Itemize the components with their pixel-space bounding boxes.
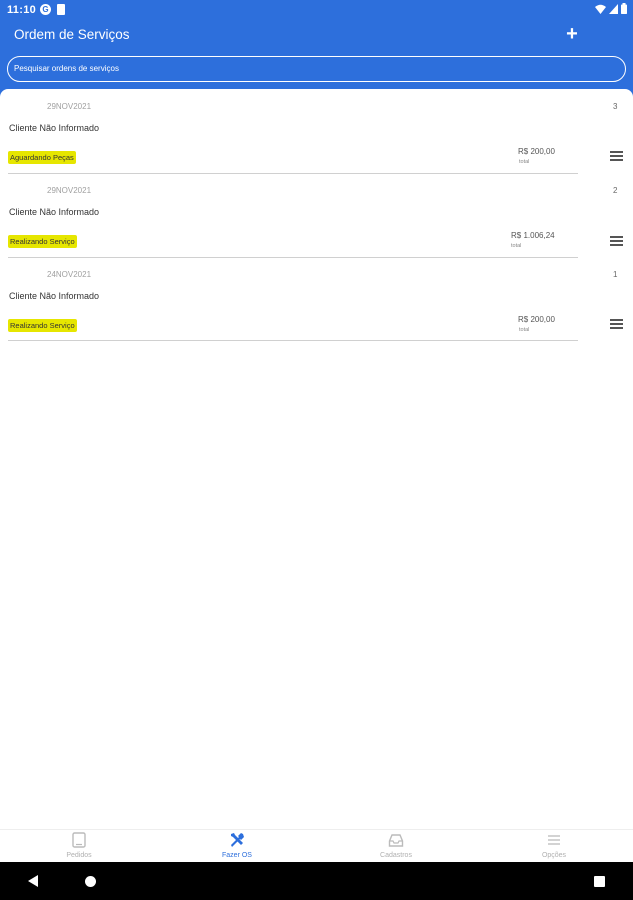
orders-list: 29NOV2021 3 Cliente Não Informado Aguard… bbox=[0, 89, 633, 829]
nav-label: Cadastros bbox=[380, 852, 412, 859]
order-number: 1 bbox=[613, 270, 618, 279]
search-input[interactable]: Pesquisar ordens de serviços bbox=[7, 56, 626, 82]
menu-icon bbox=[548, 835, 560, 845]
app-screen: 11:10 G Ordem de Serviços + Pesquisar or… bbox=[0, 0, 633, 900]
app-header: 11:10 G Ordem de Serviços + Pesquisar or… bbox=[0, 0, 633, 97]
tools-icon bbox=[231, 833, 244, 847]
drag-handle-icon[interactable] bbox=[610, 319, 623, 329]
system-navigation-bar bbox=[0, 862, 633, 900]
order-price-label: total bbox=[519, 327, 530, 333]
nav-item-fazer-os[interactable]: Fazer OS bbox=[158, 830, 316, 863]
order-client: Cliente Não Informado bbox=[9, 291, 100, 301]
order-price: R$ 200,00 bbox=[518, 147, 555, 156]
order-price: R$ 1.006,24 bbox=[511, 231, 555, 240]
recent-apps-icon[interactable] bbox=[594, 876, 605, 887]
wifi-icon bbox=[595, 4, 606, 14]
order-client: Cliente Não Informado bbox=[9, 123, 100, 133]
page-title: Ordem de Serviços bbox=[14, 27, 130, 42]
order-date: 24NOV2021 bbox=[47, 270, 92, 279]
order-price-label: total bbox=[511, 243, 522, 249]
nav-item-opcoes[interactable]: Opções bbox=[475, 830, 633, 863]
order-price-label: total bbox=[519, 159, 530, 165]
inbox-icon bbox=[388, 834, 404, 847]
tablet-icon bbox=[72, 832, 86, 848]
status-badge: Realizando Serviço bbox=[8, 235, 77, 248]
order-item[interactable]: 29NOV2021 2 Cliente Não Informado Realiz… bbox=[0, 173, 633, 258]
battery-icon bbox=[621, 3, 627, 14]
google-icon: G bbox=[40, 4, 51, 15]
order-number: 3 bbox=[613, 102, 618, 111]
status-badge: Aguardando Peças bbox=[8, 151, 76, 164]
order-date: 29NOV2021 bbox=[47, 102, 92, 111]
divider bbox=[8, 340, 578, 341]
nav-item-pedidos[interactable]: Pedidos bbox=[0, 830, 158, 863]
nav-item-cadastros[interactable]: Cadastros bbox=[317, 830, 475, 863]
order-client: Cliente Não Informado bbox=[9, 207, 100, 217]
sd-card-icon bbox=[57, 4, 65, 15]
signal-icon bbox=[609, 3, 618, 14]
home-icon[interactable] bbox=[85, 876, 96, 887]
order-item[interactable]: 29NOV2021 3 Cliente Não Informado Aguard… bbox=[0, 89, 633, 174]
order-number: 2 bbox=[613, 186, 618, 195]
nav-label: Opções bbox=[541, 852, 567, 859]
add-order-button[interactable]: + bbox=[562, 24, 582, 44]
nav-label: Fazer OS bbox=[222, 852, 252, 859]
status-badge: Realizando Serviço bbox=[8, 319, 77, 332]
drag-handle-icon[interactable] bbox=[610, 236, 623, 246]
nav-label: Pedidos bbox=[66, 852, 92, 859]
bottom-navigation: Pedidos Fazer OS Cadastros Opções bbox=[0, 829, 633, 862]
back-icon[interactable] bbox=[28, 875, 38, 887]
status-time: 11:10 bbox=[7, 4, 37, 16]
order-date: 29NOV2021 bbox=[47, 186, 92, 195]
status-icons bbox=[595, 3, 627, 14]
order-item[interactable]: 24NOV2021 1 Cliente Não Informado Realiz… bbox=[0, 257, 633, 341]
drag-handle-icon[interactable] bbox=[610, 151, 623, 161]
order-price: R$ 200,00 bbox=[518, 315, 555, 324]
status-bar: 11:10 G bbox=[0, 0, 633, 20]
